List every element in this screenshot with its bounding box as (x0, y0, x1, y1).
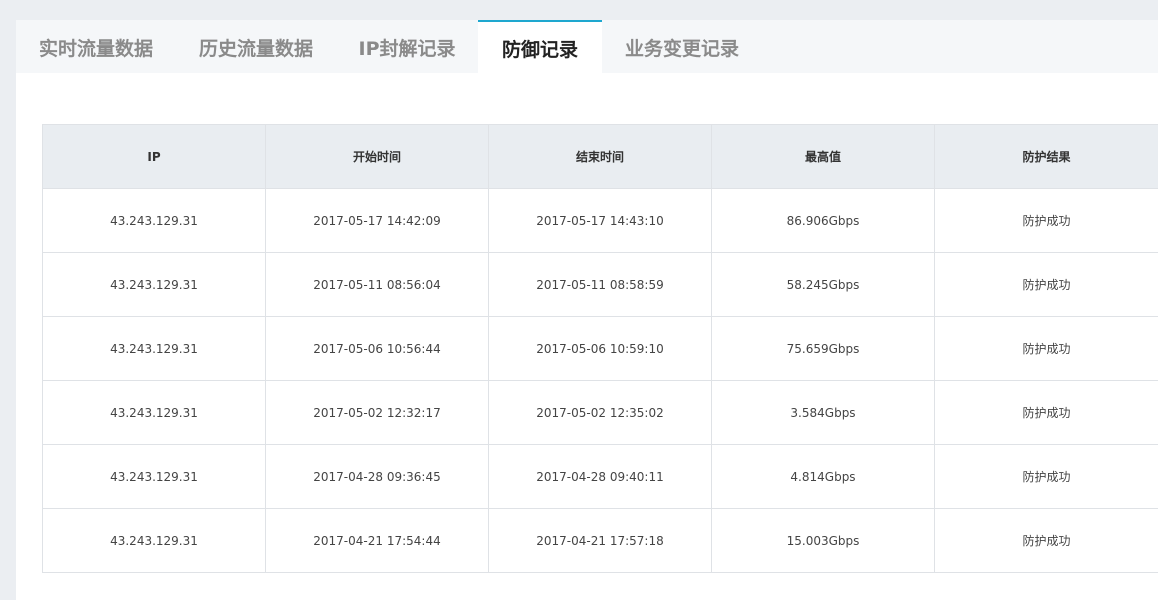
tab-bar: 实时流量数据 历史流量数据 IP封解记录 防御记录 业务变更记录 (16, 20, 1158, 73)
table-row: 43.243.129.31 2017-05-06 10:56:44 2017-0… (42, 316, 1158, 381)
cell-end-time: 2017-04-21 17:57:18 (488, 508, 712, 573)
tab-label: 实时流量数据 (38, 38, 153, 60)
tab-business-change-records[interactable]: 业务变更记录 (602, 20, 762, 73)
table-row: 43.243.129.31 2017-04-21 17:54:44 2017-0… (42, 508, 1158, 573)
cell-end-time: 2017-05-02 12:35:02 (488, 380, 712, 445)
column-header-result: 防护结果 (934, 124, 1158, 189)
cell-ip: 43.243.129.31 (42, 508, 266, 573)
cell-ip: 43.243.129.31 (42, 380, 266, 445)
cell-end-time: 2017-05-06 10:59:10 (488, 316, 712, 381)
cell-ip: 43.243.129.31 (42, 188, 266, 253)
cell-ip: 43.243.129.31 (42, 252, 266, 317)
cell-start-time: 2017-05-11 08:56:04 (265, 252, 489, 317)
cell-peak: 86.906Gbps (711, 188, 935, 253)
table-row: 43.243.129.31 2017-05-17 14:42:09 2017-0… (42, 188, 1158, 253)
tab-label: 业务变更记录 (624, 38, 739, 60)
cell-start-time: 2017-05-17 14:42:09 (265, 188, 489, 253)
tab-label: 防御记录 (501, 39, 578, 61)
cell-result: 防护成功 (934, 252, 1158, 317)
cell-start-time: 2017-05-02 12:32:17 (265, 380, 489, 445)
column-header-ip: IP (42, 124, 266, 189)
tab-history-traffic[interactable]: 历史流量数据 (176, 20, 336, 73)
cell-result: 防护成功 (934, 508, 1158, 573)
tab-ip-block-records[interactable]: IP封解记录 (336, 20, 478, 73)
cell-start-time: 2017-05-06 10:56:44 (265, 316, 489, 381)
column-header-start-time: 开始时间 (265, 124, 489, 189)
cell-peak: 4.814Gbps (711, 444, 935, 509)
cell-start-time: 2017-04-28 09:36:45 (265, 444, 489, 509)
table-row: 43.243.129.31 2017-04-28 09:36:45 2017-0… (42, 444, 1158, 509)
cell-peak: 3.584Gbps (711, 380, 935, 445)
column-header-end-time: 结束时间 (488, 124, 712, 189)
cell-result: 防护成功 (934, 380, 1158, 445)
tab-realtime-traffic[interactable]: 实时流量数据 (16, 20, 176, 73)
tab-defense-records[interactable]: 防御记录 (478, 20, 602, 73)
cell-end-time: 2017-05-17 14:43:10 (488, 188, 712, 253)
cell-end-time: 2017-04-28 09:40:11 (488, 444, 712, 509)
cell-ip: 43.243.129.31 (42, 444, 266, 509)
cell-peak: 75.659Gbps (711, 316, 935, 381)
defense-records-table: IP 开始时间 结束时间 最高值 防护结果 43.243.129.31 2017… (42, 124, 1158, 573)
content-panel: 实时流量数据 历史流量数据 IP封解记录 防御记录 业务变更记录 IP 开始时间… (16, 20, 1158, 600)
table-row: 43.243.129.31 2017-05-11 08:56:04 2017-0… (42, 252, 1158, 317)
table-header-row: IP 开始时间 结束时间 最高值 防护结果 (42, 124, 1158, 189)
column-header-peak: 最高值 (711, 124, 935, 189)
cell-end-time: 2017-05-11 08:58:59 (488, 252, 712, 317)
tab-label: IP封解记录 (358, 38, 456, 60)
tab-label: 历史流量数据 (198, 38, 313, 60)
cell-peak: 15.003Gbps (711, 508, 935, 573)
cell-start-time: 2017-04-21 17:54:44 (265, 508, 489, 573)
cell-ip: 43.243.129.31 (42, 316, 266, 381)
cell-result: 防护成功 (934, 444, 1158, 509)
cell-result: 防护成功 (934, 316, 1158, 381)
cell-result: 防护成功 (934, 188, 1158, 253)
cell-peak: 58.245Gbps (711, 252, 935, 317)
table-row: 43.243.129.31 2017-05-02 12:32:17 2017-0… (42, 380, 1158, 445)
